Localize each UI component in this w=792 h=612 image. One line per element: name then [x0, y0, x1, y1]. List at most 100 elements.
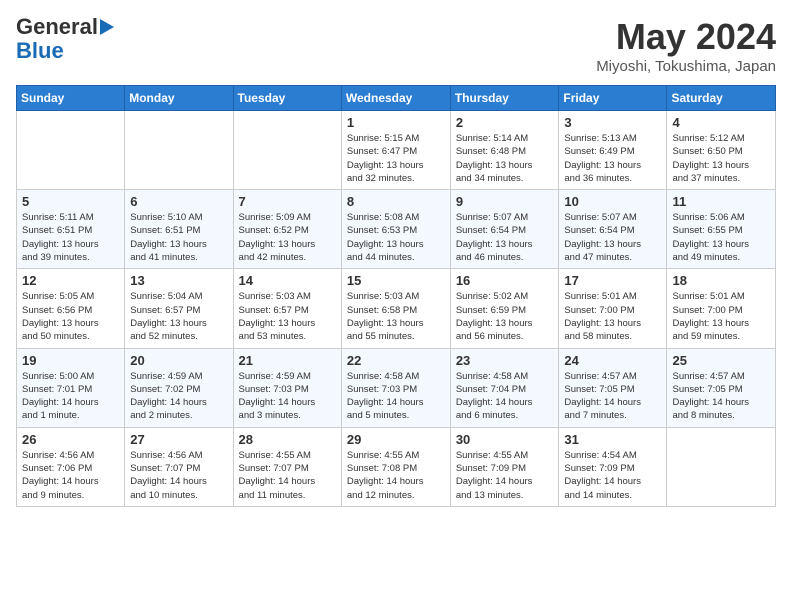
calendar-cell: 22 Sunrise: 4:58 AM Sunset: 7:03 PM Dayli… — [341, 348, 450, 427]
calendar-cell: 12 Sunrise: 5:05 AM Sunset: 6:56 PM Dayli… — [17, 269, 125, 348]
main-title: May 2024 — [596, 16, 776, 58]
day-number: 19 — [22, 353, 119, 368]
day-info: Sunrise: 4:56 AM Sunset: 7:06 PM Dayligh… — [22, 449, 119, 502]
day-info: Sunrise: 5:13 AM Sunset: 6:49 PM Dayligh… — [564, 132, 661, 185]
calendar-cell: 14Sunrise: 5:03 AM Sunset: 6:57 PM Dayli… — [233, 269, 341, 348]
day-info: Sunrise: 4:54 AM Sunset: 7:09 PM Dayligh… — [564, 449, 661, 502]
day-number: 15 — [347, 273, 445, 288]
day-info: Sunrise: 5:08 AM Sunset: 6:53 PM Dayligh… — [347, 211, 445, 264]
logo-text-blue: Blue — [16, 38, 64, 64]
calendar-cell: 28Sunrise: 4:55 AM Sunset: 7:07 PM Dayli… — [233, 427, 341, 506]
calendar-week-2: 5 Sunrise: 5:11 AM Sunset: 6:51 PM Daylig… — [17, 190, 776, 269]
day-number: 18 — [672, 273, 770, 288]
day-info: Sunrise: 4:58 AM Sunset: 7:03 PM Dayligh… — [347, 370, 445, 423]
day-number: 7 — [239, 194, 336, 209]
calendar-cell: 1 Sunrise: 5:15 AM Sunset: 6:47 PM Daylig… — [341, 111, 450, 190]
logo-text-general: General — [16, 16, 98, 38]
day-number: 26 — [22, 432, 119, 447]
calendar-cell: 31 Sunrise: 4:54 AM Sunset: 7:09 PM Dayli… — [559, 427, 667, 506]
weekday-header-thursday: Thursday — [450, 86, 559, 111]
title-block: May 2024 Miyoshi, Tokushima, Japan — [596, 16, 776, 75]
day-number: 13 — [130, 273, 227, 288]
day-number: 21 — [239, 353, 336, 368]
subtitle: Miyoshi, Tokushima, Japan — [596, 58, 776, 75]
calendar-week-3: 12 Sunrise: 5:05 AM Sunset: 6:56 PM Dayli… — [17, 269, 776, 348]
calendar-cell: 10Sunrise: 5:07 AM Sunset: 6:54 PM Dayli… — [559, 190, 667, 269]
weekday-header-tuesday: Tuesday — [233, 86, 341, 111]
day-number: 22 — [347, 353, 445, 368]
calendar-cell: 25Sunrise: 4:57 AM Sunset: 7:05 PM Dayli… — [667, 348, 776, 427]
day-info: Sunrise: 5:04 AM Sunset: 6:57 PM Dayligh… — [130, 290, 227, 343]
day-number: 2 — [456, 115, 554, 130]
calendar-cell: 29 Sunrise: 4:55 AM Sunset: 7:08 PM Dayli… — [341, 427, 450, 506]
day-number: 8 — [347, 194, 445, 209]
day-info: Sunrise: 4:57 AM Sunset: 7:05 PM Dayligh… — [564, 370, 661, 423]
calendar-cell: 27 Sunrise: 4:56 AM Sunset: 7:07 PM Dayli… — [125, 427, 233, 506]
day-info: Sunrise: 5:02 AM Sunset: 6:59 PM Dayligh… — [456, 290, 554, 343]
calendar-cell: 19 Sunrise: 5:00 AM Sunset: 7:01 PM Dayli… — [17, 348, 125, 427]
day-info: Sunrise: 5:03 AM Sunset: 6:58 PM Dayligh… — [347, 290, 445, 343]
day-info: Sunrise: 5:06 AM Sunset: 6:55 PM Dayligh… — [672, 211, 770, 264]
calendar-table: SundayMondayTuesdayWednesdayThursdayFrid… — [16, 85, 776, 507]
day-info: Sunrise: 4:55 AM Sunset: 7:09 PM Dayligh… — [456, 449, 554, 502]
day-number: 27 — [130, 432, 227, 447]
day-number: 3 — [564, 115, 661, 130]
day-number: 5 — [22, 194, 119, 209]
calendar-cell: 24 Sunrise: 4:57 AM Sunset: 7:05 PM Dayli… — [559, 348, 667, 427]
day-number: 14 — [239, 273, 336, 288]
day-info: Sunrise: 4:55 AM Sunset: 7:07 PM Dayligh… — [239, 449, 336, 502]
day-number: 4 — [672, 115, 770, 130]
calendar-week-1: 1 Sunrise: 5:15 AM Sunset: 6:47 PM Daylig… — [17, 111, 776, 190]
day-number: 23 — [456, 353, 554, 368]
calendar-week-5: 26 Sunrise: 4:56 AM Sunset: 7:06 PM Dayli… — [17, 427, 776, 506]
day-info: Sunrise: 5:05 AM Sunset: 6:56 PM Dayligh… — [22, 290, 119, 343]
calendar-cell: 4Sunrise: 5:12 AM Sunset: 6:50 PM Daylig… — [667, 111, 776, 190]
day-info: Sunrise: 5:01 AM Sunset: 7:00 PM Dayligh… — [672, 290, 770, 343]
day-info: Sunrise: 4:56 AM Sunset: 7:07 PM Dayligh… — [130, 449, 227, 502]
day-number: 17 — [564, 273, 661, 288]
day-number: 9 — [456, 194, 554, 209]
calendar-cell: 13 Sunrise: 5:04 AM Sunset: 6:57 PM Dayli… — [125, 269, 233, 348]
calendar-cell: 9 Sunrise: 5:07 AM Sunset: 6:54 PM Daylig… — [450, 190, 559, 269]
calendar-cell: 21Sunrise: 4:59 AM Sunset: 7:03 PM Dayli… — [233, 348, 341, 427]
day-number: 24 — [564, 353, 661, 368]
day-number: 12 — [22, 273, 119, 288]
calendar-header-row: SundayMondayTuesdayWednesdayThursdayFrid… — [17, 86, 776, 111]
day-number: 1 — [347, 115, 445, 130]
day-info: Sunrise: 5:09 AM Sunset: 6:52 PM Dayligh… — [239, 211, 336, 264]
day-number: 20 — [130, 353, 227, 368]
calendar-cell: 26 Sunrise: 4:56 AM Sunset: 7:06 PM Dayli… — [17, 427, 125, 506]
weekday-header-friday: Friday — [559, 86, 667, 111]
calendar-cell — [125, 111, 233, 190]
day-number: 29 — [347, 432, 445, 447]
day-number: 30 — [456, 432, 554, 447]
day-info: Sunrise: 5:00 AM Sunset: 7:01 PM Dayligh… — [22, 370, 119, 423]
day-info: Sunrise: 5:07 AM Sunset: 6:54 PM Dayligh… — [456, 211, 554, 264]
calendar-cell: 3 Sunrise: 5:13 AM Sunset: 6:49 PM Daylig… — [559, 111, 667, 190]
calendar-cell: 7 Sunrise: 5:09 AM Sunset: 6:52 PM Daylig… — [233, 190, 341, 269]
calendar-cell: 15 Sunrise: 5:03 AM Sunset: 6:58 PM Dayli… — [341, 269, 450, 348]
calendar-cell: 16Sunrise: 5:02 AM Sunset: 6:59 PM Dayli… — [450, 269, 559, 348]
day-info: Sunrise: 4:55 AM Sunset: 7:08 PM Dayligh… — [347, 449, 445, 502]
day-info: Sunrise: 5:11 AM Sunset: 6:51 PM Dayligh… — [22, 211, 119, 264]
calendar-cell: 17 Sunrise: 5:01 AM Sunset: 7:00 PM Dayli… — [559, 269, 667, 348]
calendar-cell — [667, 427, 776, 506]
logo: General Blue — [16, 16, 114, 64]
calendar-week-4: 19 Sunrise: 5:00 AM Sunset: 7:01 PM Dayli… — [17, 348, 776, 427]
day-number: 31 — [564, 432, 661, 447]
calendar-cell: 23Sunrise: 4:58 AM Sunset: 7:04 PM Dayli… — [450, 348, 559, 427]
day-info: Sunrise: 5:01 AM Sunset: 7:00 PM Dayligh… — [564, 290, 661, 343]
page-header: General Blue May 2024 Miyoshi, Tokushima… — [16, 16, 776, 75]
weekday-header-saturday: Saturday — [667, 86, 776, 111]
day-info: Sunrise: 4:57 AM Sunset: 7:05 PM Dayligh… — [672, 370, 770, 423]
day-number: 11 — [672, 194, 770, 209]
calendar-cell: 5 Sunrise: 5:11 AM Sunset: 6:51 PM Daylig… — [17, 190, 125, 269]
calendar-cell: 8 Sunrise: 5:08 AM Sunset: 6:53 PM Daylig… — [341, 190, 450, 269]
weekday-header-wednesday: Wednesday — [341, 86, 450, 111]
calendar-cell — [233, 111, 341, 190]
calendar-cell — [17, 111, 125, 190]
day-info: Sunrise: 5:10 AM Sunset: 6:51 PM Dayligh… — [130, 211, 227, 264]
day-info: Sunrise: 5:15 AM Sunset: 6:47 PM Dayligh… — [347, 132, 445, 185]
calendar-cell: 11 Sunrise: 5:06 AM Sunset: 6:55 PM Dayli… — [667, 190, 776, 269]
weekday-header-monday: Monday — [125, 86, 233, 111]
